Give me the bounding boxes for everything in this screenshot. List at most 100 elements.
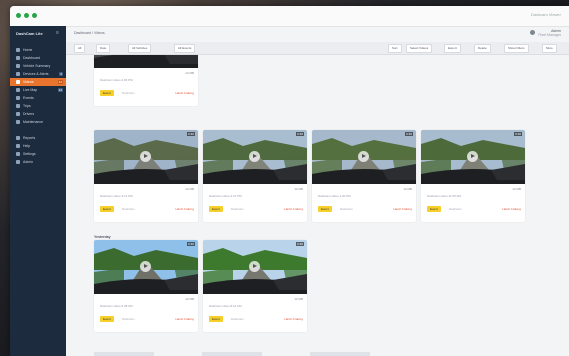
flag-icon — [16, 96, 20, 100]
sidebar-item-devices-alerts[interactable]: Devices & Alerts 6 — [10, 70, 66, 78]
sidebar-item-drivers[interactable]: Drivers — [10, 110, 66, 118]
sort-button[interactable]: Sort — [388, 44, 402, 53]
filter-all-button[interactable]: All — [74, 44, 86, 53]
play-icon[interactable] — [467, 151, 478, 162]
sidebar: DashCam Lite ≡ Home Dashboard Vehicle Summ… — [10, 26, 66, 356]
video-source: Dashcam — [231, 317, 244, 321]
video-card[interactable]: 0:30 12 MB Dashcam video 8:14 AM Event Dashc… — [203, 240, 307, 332]
sidebar-item-dashboard[interactable]: Dashboard — [10, 54, 66, 62]
video-card[interactable]: 0:30 12 MB Dashcam video 2:47 PM Event Dashc… — [203, 130, 307, 222]
video-caption: Dashcam video 3:12 PM — [100, 194, 133, 198]
duration-badge: 0:30 — [296, 242, 304, 246]
collapse-sidebar-icon[interactable]: ≡ — [56, 30, 59, 36]
file-size: 12 MB — [185, 187, 194, 191]
file-size: 12 MB — [294, 187, 303, 191]
event-type: Harsh braking — [502, 207, 521, 211]
video-thumbnail[interactable]: 0:30 — [203, 240, 307, 294]
video-card[interactable]: 0:30 12 MB Dashcam video 1:20 PM Event Dashc… — [312, 130, 416, 222]
filter-date-button[interactable]: Date — [96, 44, 111, 53]
event-type: Harsh braking — [175, 207, 194, 211]
sidebar-item-events[interactable]: Events — [10, 94, 66, 102]
minimize-window-button[interactable] — [24, 13, 29, 18]
event-tag: Event — [209, 206, 223, 212]
section-heading-yesterday: Yesterday — [94, 235, 111, 239]
video-thumbnail[interactable]: 0:30 — [94, 240, 198, 294]
video-caption: Dashcam video 8:14 AM — [209, 304, 242, 308]
play-icon[interactable] — [249, 261, 260, 272]
sidebar-item-maintenance[interactable]: Maintenance — [10, 118, 66, 126]
sidebar-badge: 12 — [57, 88, 63, 92]
file-size: 12 MB — [512, 187, 521, 191]
duration-badge: 0:30 — [187, 132, 195, 136]
route-icon — [16, 104, 20, 108]
more-button[interactable]: More — [542, 44, 557, 53]
sidebar-item-reports[interactable]: Reports — [10, 134, 66, 142]
filter-event-button[interactable]: All Events — [174, 44, 196, 53]
gear-icon — [16, 152, 20, 156]
video-caption: Dashcam video 11:05 AM — [427, 194, 461, 198]
play-icon[interactable] — [358, 151, 369, 162]
sidebar-item-live-map[interactable]: Live Map 12 — [10, 86, 66, 94]
video-card[interactable]: 0:30 12 MB Dashcam video 3:12 PM Event Dashc… — [94, 130, 198, 222]
user-menu[interactable]: Admin Fleet Manager — [538, 29, 561, 37]
video-caption: Dashcam video 2:47 PM — [209, 194, 242, 198]
dashboard-icon — [16, 56, 20, 60]
car-icon — [16, 64, 20, 68]
sidebar-item-settings[interactable]: Settings — [10, 150, 66, 158]
video-thumbnail[interactable]: 0:30 — [421, 130, 525, 184]
sidebar-item-label: Live Map — [23, 88, 38, 92]
event-type: Harsh braking — [393, 207, 412, 211]
video-thumbnail[interactable]: 0:30 — [94, 55, 198, 68]
file-size: 12 MB — [185, 297, 194, 301]
select-videos-button[interactable]: Select Videos — [406, 44, 433, 53]
video-thumbnail[interactable]: 0:30 — [312, 130, 416, 184]
show-filters-button[interactable]: Show Filters — [504, 44, 529, 53]
event-type: Harsh braking — [175, 91, 194, 95]
sidebar-item-label: Reports — [23, 136, 36, 140]
help-icon — [16, 144, 20, 148]
sidebar-badge: 34 — [57, 80, 63, 84]
user-avatar-icon[interactable] — [530, 30, 535, 35]
video-source: Dashcam — [122, 207, 135, 211]
sidebar-item-videos[interactable]: Videos 34 — [10, 78, 66, 86]
event-tag: Event — [100, 90, 114, 96]
sidebar-item-admin[interactable]: Admin — [10, 158, 66, 166]
play-icon[interactable] — [140, 261, 151, 272]
filter-vehicle-button[interactable]: All Vehicles — [128, 44, 152, 53]
play-icon[interactable] — [140, 151, 151, 162]
maximize-window-button[interactable] — [32, 13, 37, 18]
chart-icon — [16, 136, 20, 140]
sidebar-item-label: Maintenance — [23, 120, 44, 124]
duration-badge: 0:30 — [296, 132, 304, 136]
event-type: Harsh braking — [284, 317, 303, 321]
export-button[interactable]: Export — [444, 44, 461, 53]
sidebar-item-help[interactable]: Help — [10, 142, 66, 150]
close-window-button[interactable] — [16, 13, 21, 18]
video-card[interactable]: 0:30 12 MB Dashcam video 4:06 PM Event Dashc… — [94, 55, 198, 106]
delete-button[interactable]: Delete — [474, 44, 491, 53]
video-source: Dashcam — [231, 207, 244, 211]
breadcrumb[interactable]: Dashboard / Videos — [74, 31, 105, 35]
play-icon[interactable] — [249, 151, 260, 162]
sidebar-item-label: Admin — [23, 160, 33, 164]
shield-icon — [16, 160, 20, 164]
sidebar-item-label: Trips — [23, 104, 31, 108]
sidebar-item-vehicle-summary[interactable]: Vehicle Summary — [10, 62, 66, 70]
sidebar-item-home[interactable]: Home — [10, 46, 66, 54]
next-row-edge — [94, 352, 370, 356]
map-icon — [16, 88, 20, 92]
home-icon — [16, 48, 20, 52]
video-thumbnail[interactable]: 0:30 — [203, 130, 307, 184]
event-tag: Event — [427, 206, 441, 212]
file-size: 12 MB — [294, 297, 303, 301]
video-caption: Dashcam video 9:38 AM — [100, 304, 133, 308]
video-card[interactable]: 0:30 12 MB Dashcam video 11:05 AM Event Dash… — [421, 130, 525, 222]
duration-badge: 0:30 — [405, 132, 413, 136]
event-tag: Event — [100, 206, 114, 212]
event-tag: Event — [318, 206, 332, 212]
video-card[interactable]: 0:30 12 MB Dashcam video 9:38 AM Event Dashc… — [94, 240, 198, 332]
file-size: 12 MB — [185, 71, 194, 75]
video-caption: Dashcam video 4:06 PM — [100, 78, 133, 82]
sidebar-item-trips[interactable]: Trips — [10, 102, 66, 110]
video-thumbnail[interactable]: 0:30 — [94, 130, 198, 184]
